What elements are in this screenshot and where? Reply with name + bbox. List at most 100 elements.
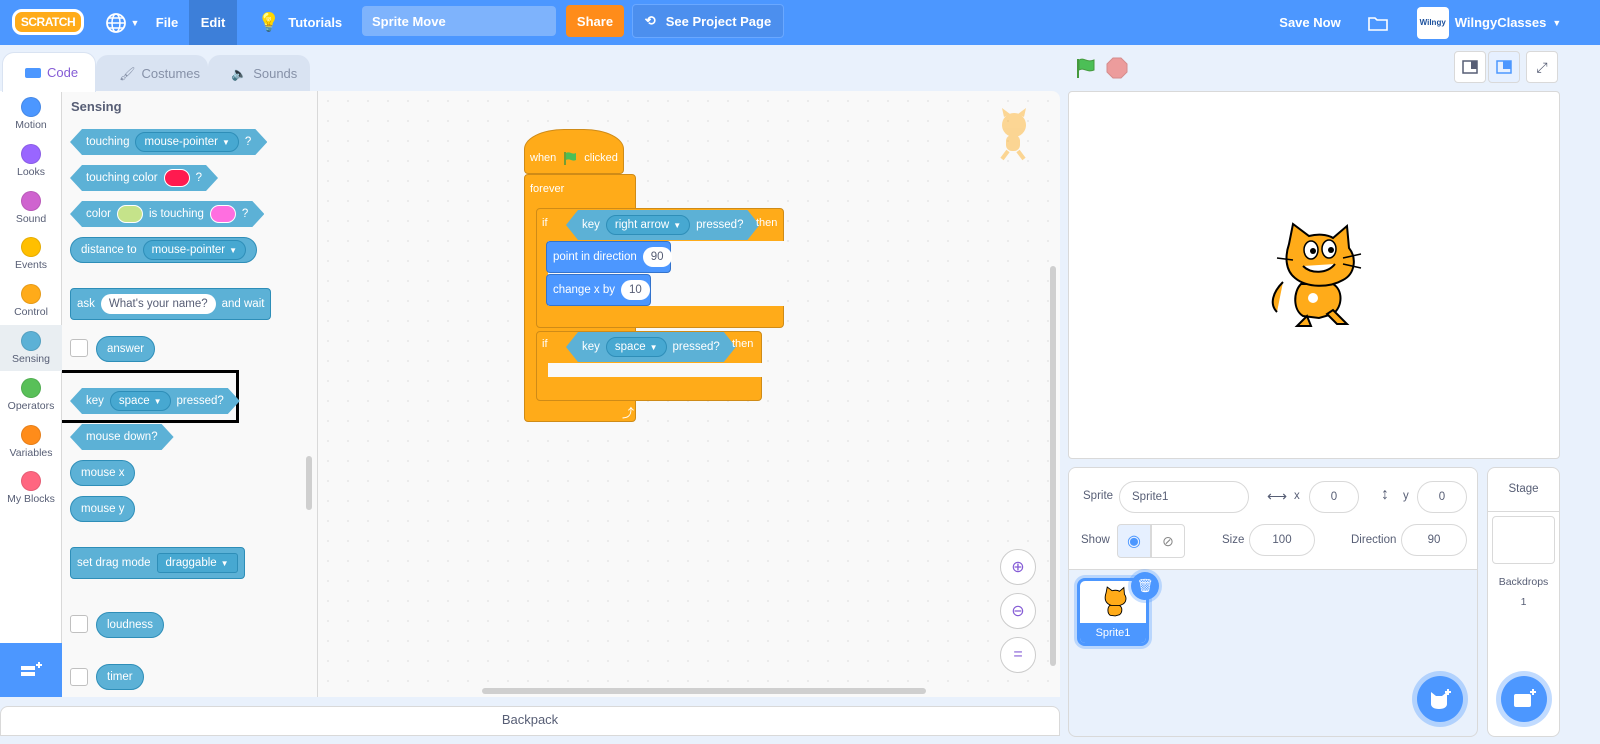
category-sound[interactable]: Sound bbox=[0, 185, 62, 231]
color-swatch[interactable] bbox=[117, 205, 143, 223]
timer-block[interactable]: timer bbox=[96, 664, 144, 690]
key-dropdown[interactable]: space ▼ bbox=[606, 337, 667, 357]
dropdown-value: draggable bbox=[165, 557, 217, 569]
sprite-name-input[interactable]: Sprite1 bbox=[1119, 481, 1249, 513]
zoom-in-button[interactable]: ⊕ bbox=[1000, 549, 1036, 585]
tab-costumes[interactable]: 🖌 Costumes bbox=[96, 55, 208, 91]
dropdown-value: space bbox=[118, 395, 150, 407]
cat-sprite[interactable] bbox=[1263, 222, 1367, 330]
direction-input[interactable]: 90 bbox=[642, 247, 672, 267]
stage-thumbnail[interactable] bbox=[1492, 516, 1555, 564]
see-project-page-button[interactable]: ⟲ See Project Page bbox=[632, 4, 784, 38]
category-motion[interactable]: Motion bbox=[0, 91, 62, 137]
object-dropdown[interactable]: mouse-pointer ▼ bbox=[142, 240, 247, 260]
color-swatch[interactable] bbox=[210, 205, 236, 223]
category-control[interactable]: Control bbox=[0, 278, 62, 324]
change-x-by-block[interactable]: change x by 10 bbox=[546, 274, 651, 306]
ask-input[interactable]: What's your name? bbox=[100, 294, 216, 314]
reset-zoom-button[interactable]: = bbox=[1000, 637, 1036, 673]
change-x-input[interactable]: 10 bbox=[621, 280, 650, 300]
palette-scrollbar[interactable] bbox=[306, 456, 312, 510]
loop-arrow-icon: ⤴ bbox=[621, 406, 634, 420]
tab-code[interactable]: Code bbox=[2, 52, 96, 92]
category-label: Sensing bbox=[12, 353, 50, 365]
show-sprite-button[interactable]: ◉ bbox=[1117, 524, 1151, 558]
block-palette: Sensing touching mouse-pointer ▼? touching… bbox=[62, 91, 318, 697]
horizontal-scrollbar[interactable] bbox=[482, 688, 926, 694]
color-swatch[interactable] bbox=[164, 169, 190, 187]
tutorials-button[interactable]: 💡 Tutorials bbox=[250, 0, 350, 45]
loudness-checkbox[interactable] bbox=[70, 615, 88, 633]
category-events[interactable]: Events bbox=[0, 231, 62, 277]
green-flag-button[interactable] bbox=[1074, 56, 1098, 83]
zoom-in-icon: ⊕ bbox=[1011, 559, 1025, 576]
choose-backdrop-button[interactable] bbox=[1501, 676, 1547, 722]
category-sensing[interactable]: Sensing bbox=[0, 325, 62, 371]
backpack[interactable]: Backpack bbox=[0, 706, 1060, 736]
forever-label: forever bbox=[530, 183, 565, 195]
stage[interactable] bbox=[1068, 91, 1560, 459]
dropdown-value: space bbox=[614, 341, 646, 353]
fullscreen-button[interactable]: ⤢ bbox=[1526, 51, 1558, 83]
y-input[interactable]: 0 bbox=[1417, 481, 1467, 513]
language-button[interactable]: ▼ bbox=[100, 0, 144, 45]
palette-heading: Sensing bbox=[71, 99, 122, 114]
scratch-logo[interactable]: SCRATCH bbox=[12, 9, 84, 35]
my-stuff-button[interactable] bbox=[1362, 0, 1394, 45]
x-input[interactable]: 0 bbox=[1309, 481, 1359, 513]
direction-input[interactable]: 90 bbox=[1401, 524, 1467, 556]
category-operators[interactable]: Operators bbox=[0, 372, 62, 418]
size-input[interactable]: 100 bbox=[1249, 524, 1315, 556]
loudness-block[interactable]: loudness bbox=[96, 612, 165, 638]
project-title-input[interactable] bbox=[362, 6, 556, 36]
ask-and-wait-block[interactable]: ask What's your name? and wait bbox=[70, 288, 272, 320]
distance-to-block[interactable]: distance to mouse-pointer ▼ bbox=[70, 237, 258, 263]
caret-down-icon: ▼ bbox=[229, 245, 238, 255]
show-label: Show bbox=[1081, 534, 1110, 546]
zoom-out-button[interactable]: ⊖ bbox=[1000, 593, 1036, 629]
category-label: Motion bbox=[15, 119, 47, 131]
category-my-blocks[interactable]: My Blocks bbox=[0, 465, 62, 511]
mouse-x-block[interactable]: mouse x bbox=[70, 460, 136, 486]
touching-color-block[interactable]: touching color? bbox=[70, 165, 218, 191]
account-menu[interactable]: Wilngy WilngyClasses ▼ bbox=[1414, 0, 1564, 45]
stop-button[interactable] bbox=[1106, 57, 1128, 82]
answer-block[interactable]: answer bbox=[96, 336, 156, 362]
drag-mode-dropdown[interactable]: draggable ▼ bbox=[156, 553, 238, 573]
mouse-down-block[interactable]: mouse down? bbox=[70, 424, 174, 450]
set-drag-mode-block[interactable]: set drag mode draggable ▼ bbox=[70, 547, 245, 579]
if-label: if bbox=[542, 217, 548, 229]
small-stage-button[interactable] bbox=[1454, 51, 1486, 83]
touching-block[interactable]: touching mouse-pointer ▼? bbox=[70, 129, 267, 155]
save-now-button[interactable]: Save Now bbox=[1272, 0, 1348, 45]
block-text: key bbox=[86, 395, 104, 407]
key-pressed-block[interactable]: key space ▼ pressed? bbox=[70, 388, 240, 414]
delete-sprite-button[interactable]: 🗑 bbox=[1131, 572, 1159, 600]
tab-sounds[interactable]: 🔈 Sounds bbox=[208, 55, 310, 91]
timer-checkbox[interactable] bbox=[70, 668, 88, 686]
choose-sprite-button[interactable] bbox=[1417, 676, 1463, 722]
key-pressed-condition[interactable]: key space ▼ pressed? bbox=[566, 332, 736, 362]
answer-checkbox[interactable] bbox=[70, 339, 88, 357]
color-touching-color-block[interactable]: color is touching? bbox=[70, 201, 264, 227]
category-variables[interactable]: Variables bbox=[0, 419, 62, 465]
stage-selector[interactable]: Stage Backdrops 1 bbox=[1487, 467, 1560, 737]
script-area[interactable]: when clicked forever ⤴ if key right arrow ▼… bbox=[318, 91, 1060, 697]
object-dropdown[interactable]: mouse-pointer ▼ bbox=[135, 132, 238, 152]
category-looks[interactable]: Looks bbox=[0, 138, 62, 184]
point-in-direction-block[interactable]: point in direction 90 bbox=[546, 241, 672, 273]
normal-stage-button[interactable] bbox=[1488, 51, 1520, 83]
eye-icon: ◉ bbox=[1127, 533, 1141, 550]
backdrops-count: 1 bbox=[1520, 596, 1527, 608]
vertical-scrollbar[interactable] bbox=[1050, 266, 1056, 666]
file-menu[interactable]: File bbox=[146, 0, 188, 45]
hide-sprite-button[interactable]: ⊘ bbox=[1151, 524, 1185, 558]
edit-menu[interactable]: Edit bbox=[189, 0, 237, 45]
share-button[interactable]: Share bbox=[566, 5, 624, 37]
key-pressed-condition[interactable]: key right arrow ▼ pressed? bbox=[566, 210, 759, 240]
small-stage-icon bbox=[1462, 60, 1478, 74]
key-dropdown[interactable]: right arrow ▼ bbox=[606, 215, 690, 235]
mouse-y-block[interactable]: mouse y bbox=[70, 496, 136, 522]
key-dropdown[interactable]: space ▼ bbox=[110, 391, 171, 411]
add-extension-button[interactable] bbox=[0, 643, 62, 697]
